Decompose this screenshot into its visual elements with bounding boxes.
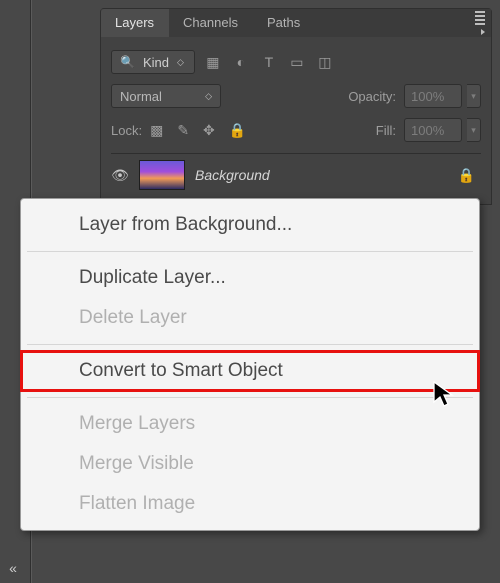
menu-separator: [27, 251, 473, 252]
blend-row: Normal ◇ Opacity: 100% ▾: [111, 79, 481, 113]
panel-tabs: Layers Channels Paths: [101, 9, 491, 37]
layer-thumbnail[interactable]: [139, 160, 185, 190]
lock-position-icon[interactable]: ✥: [203, 122, 215, 139]
fill-label: Fill:: [376, 123, 396, 138]
blend-mode-value: Normal: [120, 89, 162, 104]
tab-layers[interactable]: Layers: [101, 9, 169, 37]
blend-mode-select[interactable]: Normal ◇: [111, 84, 221, 108]
layer-lock-icon: 🔒: [458, 167, 481, 184]
opacity-value: 100%: [411, 89, 444, 104]
ctx-delete-layer: Delete Layer: [21, 298, 479, 338]
fill-input[interactable]: 100%: [404, 118, 462, 142]
opacity-stepper-icon[interactable]: ▾: [467, 84, 481, 108]
visibility-eye-icon[interactable]: 👁: [111, 167, 129, 184]
filter-kind-select[interactable]: 🔍 Kind ◇: [111, 50, 195, 74]
filter-adjustment-icon[interactable]: ◐: [231, 54, 251, 70]
layers-panel: Layers Channels Paths 🔍 Kind ◇ ▦ ◐ T ▭ ◫: [100, 8, 492, 205]
fill-value: 100%: [411, 123, 444, 138]
context-menu: Layer from Background... Duplicate Layer…: [20, 198, 480, 531]
ctx-flatten-image: Flatten Image: [21, 484, 479, 524]
filter-row: 🔍 Kind ◇ ▦ ◐ T ▭ ◫: [111, 45, 481, 79]
ctx-layer-from-bg[interactable]: Layer from Background...: [21, 205, 479, 245]
tab-channels[interactable]: Channels: [169, 9, 253, 37]
ctx-convert-smart-object[interactable]: Convert to Smart Object: [21, 351, 479, 391]
filter-smart-icon[interactable]: ◫: [315, 54, 335, 71]
menu-separator: [27, 397, 473, 398]
layer-name[interactable]: Background: [195, 167, 448, 183]
opacity-label: Opacity:: [348, 89, 396, 104]
lock-label: Lock:: [111, 123, 142, 138]
tab-paths[interactable]: Paths: [253, 9, 315, 37]
search-icon: 🔍: [120, 55, 135, 69]
caret-updown-icon: ◇: [205, 91, 212, 102]
fill-stepper-icon[interactable]: ▾: [467, 118, 481, 142]
filter-pixel-icon[interactable]: ▦: [203, 54, 223, 71]
filter-shape-icon[interactable]: ▭: [287, 54, 307, 71]
ctx-duplicate-layer[interactable]: Duplicate Layer...: [21, 258, 479, 298]
lock-row: Lock: ▩ ✎ ✥ 🔒 Fill: 100% ▾: [111, 113, 481, 147]
caret-updown-icon: ◇: [177, 57, 184, 68]
lock-all-icon[interactable]: 🔒: [229, 122, 246, 139]
ctx-merge-visible: Merge Visible: [21, 444, 479, 484]
layer-row[interactable]: 👁 Background 🔒: [111, 153, 481, 190]
opacity-input[interactable]: 100%: [404, 84, 462, 108]
panel-menu-icon[interactable]: [469, 9, 491, 37]
lock-transparency-icon[interactable]: ▩: [150, 122, 163, 139]
menu-separator: [27, 344, 473, 345]
ctx-merge-layers: Merge Layers: [21, 404, 479, 444]
filter-type-icon[interactable]: T: [259, 54, 279, 70]
panel-collapse-icon[interactable]: «: [4, 559, 22, 577]
lock-pixels-icon[interactable]: ✎: [177, 122, 189, 139]
filter-kind-label: Kind: [143, 55, 169, 70]
